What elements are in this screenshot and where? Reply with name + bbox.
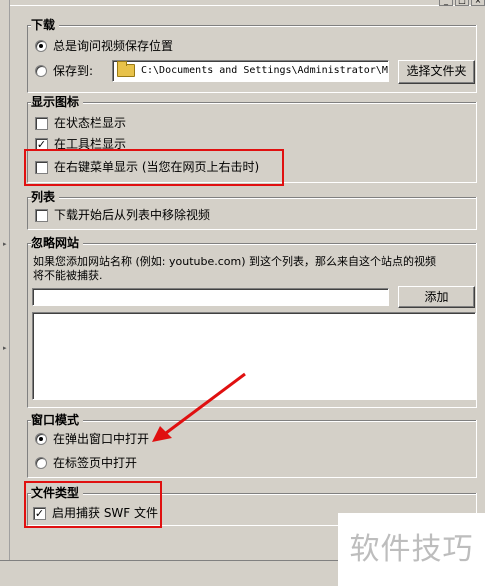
arrow-head-icon: [152, 426, 172, 442]
arrow-shaft: [165, 372, 246, 435]
watermark-text: 软件技巧: [338, 513, 485, 586]
annotation-arrow: [152, 372, 246, 442]
